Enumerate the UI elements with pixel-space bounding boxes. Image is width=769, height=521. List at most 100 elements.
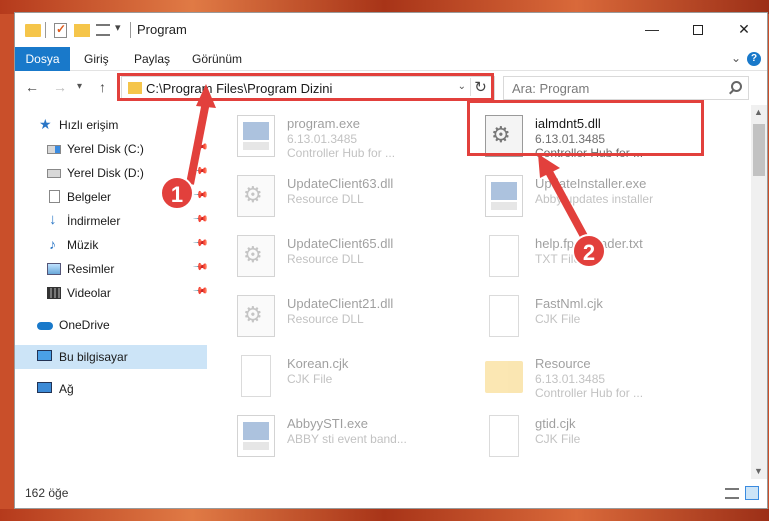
file-item[interactable]: AbbyySTI.exe ABBY sti event band... xyxy=(231,409,471,465)
properties-icon[interactable] xyxy=(54,22,67,38)
pictures-icon xyxy=(47,263,61,275)
file-version: 6.13.01.3485 xyxy=(535,372,606,386)
pin-icon[interactable]: 📌 xyxy=(192,139,209,156)
file-name: UpdateInstaller.exe xyxy=(535,176,647,191)
tab-home[interactable]: Giriş xyxy=(84,47,109,71)
sidebar-item-label: OneDrive xyxy=(59,318,110,332)
tab-share[interactable]: Paylaş xyxy=(134,47,170,71)
sidebar-item-label: Belgeler xyxy=(67,190,112,204)
forward-arrow-icon[interactable]: → xyxy=(53,79,67,95)
sidebar-item-label: İndirmeler xyxy=(67,214,121,228)
executable-icon xyxy=(237,115,275,157)
music-icon: ♪ xyxy=(49,236,56,252)
pin-icon[interactable]: 📌 xyxy=(192,259,209,276)
pin-icon[interactable]: 📌 xyxy=(192,283,209,300)
pin-icon[interactable]: 📌 xyxy=(192,235,209,252)
divider xyxy=(130,22,131,38)
folder-icon xyxy=(25,24,41,37)
search-icon xyxy=(731,81,742,92)
search-box[interactable]: Ara: Program xyxy=(503,76,749,100)
scroll-down-icon[interactable]: ▼ xyxy=(754,466,763,476)
sidebar-item-music[interactable]: ♪ Müzik 📌 xyxy=(15,233,209,257)
desktop-background-bottom xyxy=(0,509,769,521)
file-item[interactable]: UpdateClient63.dll Resource DLL xyxy=(231,169,471,225)
help-icon[interactable]: ? xyxy=(747,52,761,66)
dll-gear-icon xyxy=(237,175,275,217)
file-item[interactable]: program.exe 6.13.01.3485 Controller Hub … xyxy=(231,109,471,165)
file-item[interactable]: UpdateClient65.dll Resource DLL xyxy=(231,229,471,285)
large-icons-view-icon[interactable] xyxy=(745,486,759,500)
file-description: CJK File xyxy=(535,312,581,326)
sidebar-item-this-pc[interactable]: Bu bilgisayar xyxy=(15,345,207,369)
expand-ribbon-icon[interactable]: ⌄ xyxy=(731,51,741,65)
sidebar-item-label: Videolar xyxy=(67,286,111,300)
recent-locations-chevron-icon[interactable]: ▾ xyxy=(77,81,82,92)
file-description: CJK File xyxy=(287,372,333,386)
file-item[interactable]: gtid.cjk CJK File xyxy=(479,409,719,465)
tab-view[interactable]: Görünüm xyxy=(192,47,242,71)
pin-icon[interactable]: 📌 xyxy=(192,163,209,180)
file-highlight xyxy=(467,100,704,156)
window-title: Program xyxy=(137,22,187,37)
divider xyxy=(45,22,46,38)
file-item[interactable]: FastNml.cjk CJK File xyxy=(479,289,719,345)
executable-icon xyxy=(237,415,275,457)
scroll-up-icon[interactable]: ▲ xyxy=(754,107,763,117)
details-view-icon[interactable] xyxy=(725,488,739,499)
address-bar-highlight xyxy=(117,73,494,101)
vertical-scrollbar[interactable]: ▲ ▼ xyxy=(751,105,767,480)
cloud-icon xyxy=(37,322,53,330)
item-count: 162 öğe xyxy=(25,486,69,500)
executable-icon xyxy=(485,175,523,217)
sidebar-item-videos[interactable]: Videolar 📌 xyxy=(15,281,209,305)
maximize-icon xyxy=(693,25,703,36)
sidebar-item-pictures[interactable]: Resimler 📌 xyxy=(15,257,209,281)
blank-file-icon xyxy=(489,295,519,337)
close-button[interactable]: ✕ xyxy=(721,13,767,47)
file-item[interactable]: Korean.cjk CJK File xyxy=(231,349,471,405)
file-description: Resource DLL xyxy=(287,312,364,326)
pin-icon[interactable]: 📌 xyxy=(192,187,209,204)
sidebar-item-label: Yerel Disk (C:) xyxy=(67,142,144,156)
up-arrow-icon[interactable]: ↑ xyxy=(99,79,106,95)
file-description: Controller Hub for ... xyxy=(287,146,396,160)
customize-toolbar-chevron-icon[interactable]: ▾ xyxy=(115,21,121,37)
videos-icon xyxy=(47,287,61,299)
sidebar-item-local-disk-c[interactable]: Yerel Disk (C:) 📌 xyxy=(15,137,209,161)
scroll-thumb[interactable] xyxy=(753,124,765,176)
file-name: FastNml.cjk xyxy=(535,296,603,311)
star-icon: ★ xyxy=(39,116,52,132)
navigation-pane: ★ Hızlı erişim Yerel Disk (C:) 📌 Yerel D… xyxy=(15,105,209,480)
sidebar-item-network[interactable]: Ağ xyxy=(15,377,207,401)
search-input[interactable]: Ara: Program xyxy=(512,81,589,96)
maximize-button[interactable] xyxy=(675,13,721,47)
minimize-button[interactable]: — xyxy=(629,13,675,47)
sidebar-item-label: Müzik xyxy=(67,238,99,252)
step-marker-1: 1 xyxy=(160,176,194,210)
file-item[interactable]: UpdateClient21.dll Resource DLL xyxy=(231,289,471,345)
file-item[interactable]: Resource 6.13.01.3485 Controller Hub for… xyxy=(479,349,719,405)
computer-icon xyxy=(37,350,52,361)
sidebar-item-quick-access[interactable]: ★ Hızlı erişim xyxy=(15,113,207,137)
new-folder-icon[interactable] xyxy=(74,24,90,37)
drive-icon xyxy=(47,169,61,178)
file-name: gtid.cjk xyxy=(535,416,576,431)
view-icon[interactable] xyxy=(96,24,110,36)
network-icon xyxy=(37,382,52,393)
blank-file-icon xyxy=(489,415,519,457)
sidebar-item-label: Yerel Disk (D:) xyxy=(67,166,144,180)
sidebar-item-downloads[interactable]: ↓ İndirmeler 📌 xyxy=(15,209,209,233)
step-marker-2: 2 xyxy=(572,234,606,268)
file-name: UpdateClient65.dll xyxy=(287,236,394,251)
file-description: ABBY sti event band... xyxy=(287,432,407,446)
sidebar-item-onedrive[interactable]: OneDrive xyxy=(15,313,207,337)
back-arrow-icon[interactable]: ← xyxy=(25,79,39,95)
file-description: Controller Hub for ... xyxy=(535,386,644,400)
file-name: Resource xyxy=(535,356,591,371)
file-name: Korean.cjk xyxy=(287,356,349,371)
pin-icon[interactable]: 📌 xyxy=(192,211,209,228)
dll-gear-icon xyxy=(237,235,275,277)
file-item[interactable]: UpdateInstaller.exe Abby updates install… xyxy=(479,169,719,225)
downloads-icon: ↓ xyxy=(49,211,57,228)
sidebar-item-label: Bu bilgisayar xyxy=(59,350,128,364)
